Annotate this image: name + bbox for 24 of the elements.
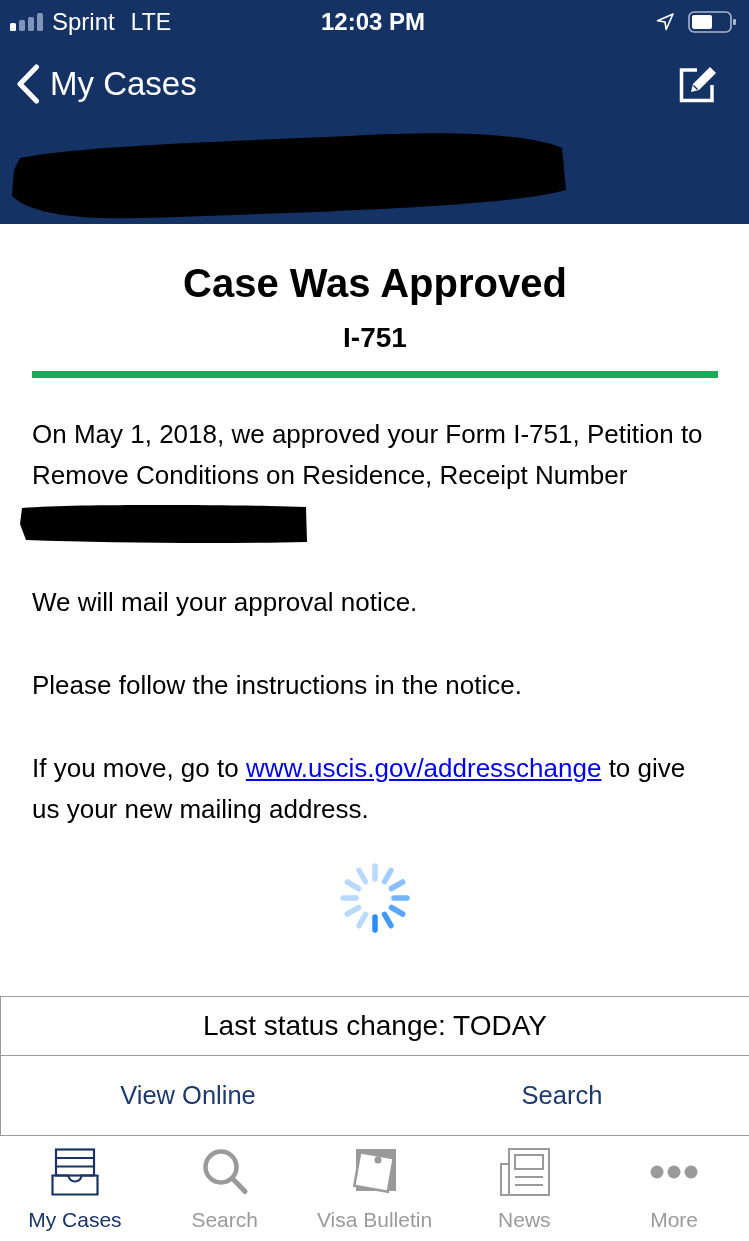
inbox-tray-icon xyxy=(50,1148,99,1196)
signal-bars-icon xyxy=(10,13,46,31)
compose-icon[interactable] xyxy=(678,64,718,104)
web-link[interactable]: www.uscis.gov/addresschange xyxy=(245,753,602,783)
tab-item[interactable]: My Cases xyxy=(0,1136,150,1241)
form-number: I-751 xyxy=(343,322,407,354)
last-status-change: Last status change: TODAY xyxy=(0,996,749,1056)
message-paragraph: If you move, go to www.uscis.gov/addresschange to give us your new mailing address. xyxy=(32,752,687,826)
network-type: LTE xyxy=(130,8,172,36)
message-paragraph: On May 1, 2018, we approved your Form I-751, Petition to Remove Conditions on Residence, Receipt Number xyxy=(32,418,704,492)
carrier-name: Sprint xyxy=(52,8,115,36)
action-button[interactable]: Search xyxy=(521,1056,603,1135)
newspaper-icon xyxy=(498,1148,551,1196)
chevron-left-icon xyxy=(16,64,40,104)
case-status-title: Case Was Approved xyxy=(182,260,568,306)
back-button[interactable]: My Cases xyxy=(16,64,197,104)
action-button[interactable]: View Online xyxy=(120,1056,256,1135)
battery-icon xyxy=(688,11,736,33)
location-arrow-icon xyxy=(656,13,674,31)
clock-time: 12:03 PM xyxy=(320,8,426,36)
more-dots-icon xyxy=(650,1165,699,1179)
search-icon xyxy=(200,1148,249,1196)
message-paragraph: We will mail your approval notice. xyxy=(32,586,419,619)
message-paragraph: Please follow the instructions in the notice. xyxy=(32,669,523,702)
